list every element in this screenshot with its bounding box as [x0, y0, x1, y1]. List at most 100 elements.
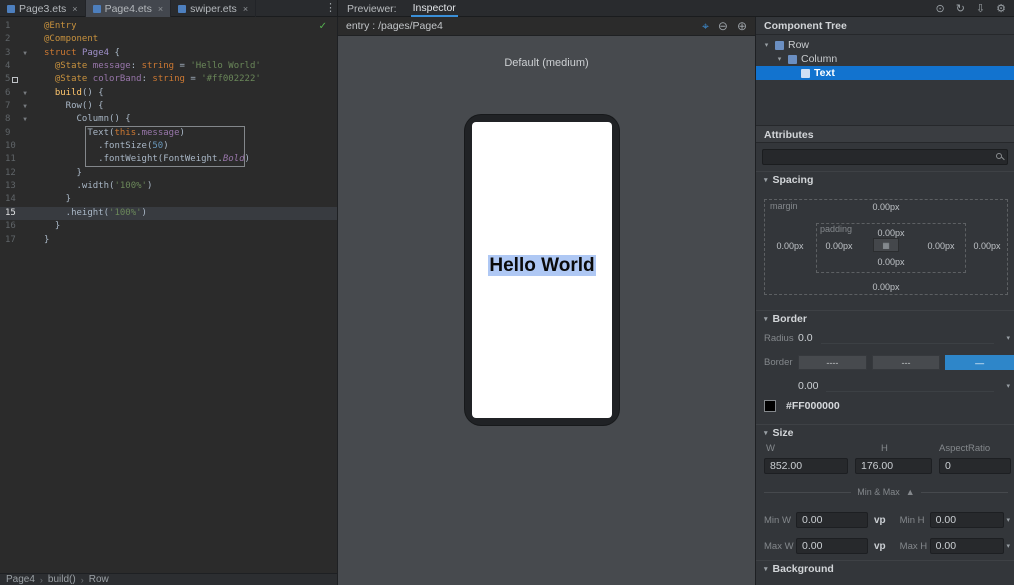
margin-left-value[interactable]: 0.00px [764, 241, 816, 251]
preview-hello-text[interactable]: Hello World [488, 255, 596, 276]
border-style-dotted-button[interactable]: --- [871, 354, 941, 370]
section-background[interactable]: ▾ Background [756, 560, 1014, 576]
padding-right-value[interactable]: 0.00px [918, 241, 964, 251]
aspect-ratio-field[interactable] [939, 458, 1011, 474]
tab-inspector[interactable]: Inspector [410, 0, 458, 17]
box-model-center-button[interactable]: ▦ [873, 238, 899, 252]
code-line-5[interactable]: 5 @State colorBand: string = '#ff002222' [0, 73, 337, 86]
gutter[interactable]: 14 [0, 193, 44, 206]
max-width-unit[interactable]: vp [874, 541, 886, 552]
gutter[interactable]: 2 [0, 33, 44, 46]
chevron-down-icon[interactable]: ▾ [1006, 542, 1010, 550]
code-line-9[interactable]: 9 Text(this.message) [0, 127, 337, 140]
zoom-out-icon[interactable]: ⊖ [718, 19, 728, 34]
tree-node-text[interactable]: Text [756, 66, 1014, 80]
zoom-in-icon[interactable]: ⊕ [737, 19, 747, 34]
gutter[interactable]: 12 [0, 167, 44, 180]
gutter[interactable]: 10 [0, 140, 44, 153]
color-swatch[interactable] [764, 400, 776, 412]
fold-icon[interactable]: ▼ [18, 113, 32, 126]
code-line-14[interactable]: 14 } [0, 193, 337, 206]
editor-tab-Page3-ets[interactable]: Page3.ets × [0, 0, 86, 17]
height-field[interactable] [855, 458, 932, 474]
gutter-square-marker[interactable] [12, 76, 18, 83]
code-line-4[interactable]: 4 @State message: string = 'Hello World' [0, 60, 337, 73]
margin-bottom-value[interactable]: 0.00px [764, 282, 1008, 292]
section-size[interactable]: ▾ Size [756, 424, 1014, 440]
code-line-2[interactable]: 2 @Component [0, 33, 337, 46]
gutter[interactable]: 8 ▼ [0, 113, 44, 126]
gutter[interactable]: 1 [0, 20, 44, 33]
margin-right-value[interactable]: 0.00px [966, 241, 1008, 251]
close-icon[interactable]: × [158, 4, 163, 14]
chevron-down-icon[interactable]: ▾ [1006, 516, 1010, 524]
gutter[interactable]: 11 [0, 153, 44, 166]
border-color-hex[interactable]: #FF000000 [786, 400, 840, 412]
editor-tab-swiper-ets[interactable]: swiper.ets × [171, 0, 257, 17]
close-icon[interactable]: × [72, 4, 77, 14]
min-width-unit[interactable]: vp [874, 515, 886, 526]
code-line-16[interactable]: 16 } [0, 220, 337, 233]
breadcrumb-item[interactable]: Row [89, 574, 109, 585]
padding-bottom-value[interactable]: 0.00px [816, 257, 966, 267]
device-screen[interactable]: Hello World [472, 122, 612, 418]
code-area[interactable]: 1 @Entry 2 @Component 3 ▼ struct Page4 {4 @Sta… [0, 17, 337, 573]
border-width-value[interactable]: 0.00 [798, 380, 818, 392]
gutter[interactable]: 9 [0, 127, 44, 140]
padding-top-value[interactable]: 0.00px [816, 228, 966, 238]
code-line-17[interactable]: 17} [0, 234, 337, 247]
fold-icon[interactable]: ▼ [18, 87, 32, 100]
margin-top-value[interactable]: 0.00px [764, 202, 1008, 212]
code-line-15[interactable]: 15 .height('100%') [0, 206, 337, 221]
chevron-down-icon[interactable]: ▾ [775, 55, 784, 63]
code-line-11[interactable]: 11 .fontWeight(FontWeight.Bold) [0, 153, 337, 166]
close-icon[interactable]: × [243, 4, 248, 14]
breadcrumb-item[interactable]: build() [48, 574, 76, 585]
gutter[interactable]: 5 [0, 73, 44, 86]
code-line-6[interactable]: 6 ▼ build() { [0, 87, 337, 100]
gutter[interactable]: 17 [0, 234, 44, 247]
locate-component-icon[interactable]: ⌖ [702, 19, 709, 34]
code-line-3[interactable]: 3 ▼ struct Page4 { [0, 47, 337, 60]
chevron-down-icon[interactable]: ▾ [1006, 382, 1010, 390]
gutter[interactable]: 13 [0, 180, 44, 193]
code-line-13[interactable]: 13 .width('100%') [0, 180, 337, 193]
breadcrumb-item[interactable]: Page4 [6, 574, 35, 585]
max-width-field[interactable] [796, 538, 868, 554]
chevron-down-icon[interactable]: ▾ [762, 41, 771, 49]
padding-left-value[interactable]: 0.00px [816, 241, 862, 251]
code-line-1[interactable]: 1 @Entry [0, 20, 337, 33]
refresh-icon[interactable]: ↻ [956, 2, 965, 15]
gutter[interactable]: 16 [0, 220, 44, 233]
export-icon[interactable]: ⇩ [976, 2, 985, 15]
gutter[interactable]: 6 ▼ [0, 87, 44, 100]
min-width-field[interactable] [796, 512, 868, 528]
gear-icon[interactable]: ⚙ [996, 2, 1006, 15]
section-spacing[interactable]: ▾ Spacing [756, 171, 1014, 187]
code-line-12[interactable]: 12 } [0, 167, 337, 180]
tree-node-row[interactable]: ▾ Row [756, 38, 1014, 52]
fold-icon[interactable]: ▼ [18, 100, 32, 113]
more-tabs-icon[interactable]: ⋮ [325, 1, 336, 14]
gutter[interactable]: 3 ▼ [0, 47, 44, 60]
code-line-10[interactable]: 10 .fontSize(50) [0, 140, 337, 153]
fold-icon[interactable]: ▼ [18, 47, 32, 60]
radius-value[interactable]: 0.0 [798, 332, 813, 344]
gutter[interactable]: 4 [0, 60, 44, 73]
border-style-dashed-button[interactable]: ---- [798, 354, 867, 370]
min-max-divider[interactable]: Min & Max ▲ [764, 485, 1008, 499]
max-height-field[interactable] [929, 538, 1004, 554]
analysis-check-icon[interactable]: ✓ [319, 21, 327, 32]
editor-tab-Page4-ets[interactable]: Page4.ets × [85, 0, 172, 17]
code-line-8[interactable]: 8 ▼ Column() { [0, 113, 337, 126]
code-line-7[interactable]: 7 ▼ Row() { [0, 100, 337, 113]
tree-node-column[interactable]: ▾ Column [756, 52, 1014, 66]
section-border[interactable]: ▾ Border [756, 310, 1014, 326]
gutter[interactable]: 15 [0, 207, 44, 220]
border-style-solid-button[interactable]: — [945, 354, 1014, 370]
min-height-field[interactable] [929, 512, 1004, 528]
search-input[interactable] [762, 149, 1008, 165]
width-field[interactable] [764, 458, 848, 474]
preview-eye-icon[interactable]: ⊙ [935, 2, 944, 15]
gutter[interactable]: 7 ▼ [0, 100, 44, 113]
